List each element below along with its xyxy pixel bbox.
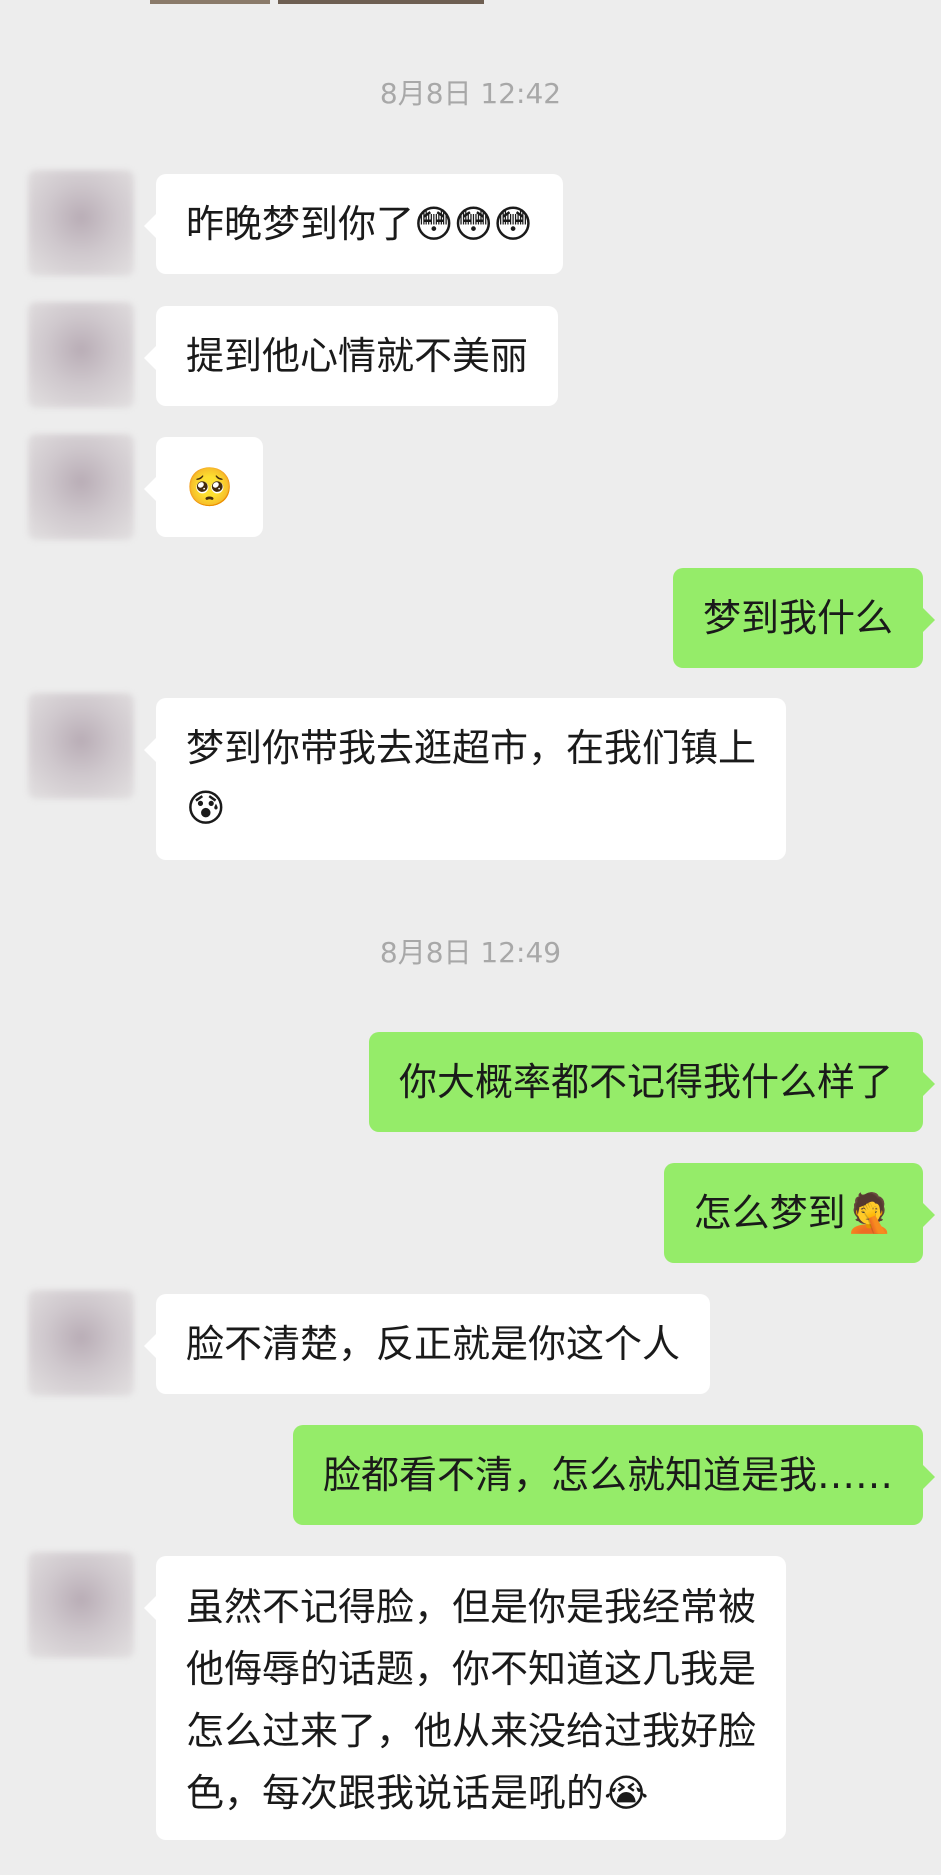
media-edge-left (150, 0, 270, 4)
contact-avatar[interactable] (28, 1552, 134, 1658)
contact-avatar[interactable] (28, 434, 134, 540)
contact-avatar[interactable] (28, 302, 134, 408)
timestamp: 8月8日 12:42 (379, 77, 562, 110)
outgoing-message-bubble[interactable]: 脸都看不清，怎么就知道是我…… (292, 1425, 936, 1525)
contact-avatar[interactable] (28, 170, 134, 276)
previous-media-edge (150, 0, 484, 4)
contact-avatar[interactable] (28, 1290, 134, 1396)
incoming-message-bubble[interactable]: 虽然不记得脸，但是你是我经常被 他侮辱的话题，你不知道这几我是 怎么过来了，他从… (143, 1556, 787, 1840)
timestamp: 8月8日 12:49 (379, 936, 562, 969)
outgoing-message-bubble[interactable]: 怎么梦到🤦 (663, 1163, 936, 1263)
incoming-message-bubble[interactable]: 🥺 (143, 437, 264, 537)
incoming-message-bubble[interactable]: 昨晚梦到你了😳😳😳 (144, 174, 563, 274)
outgoing-message-bubble[interactable]: 你大概率都不记得我什么样了 (368, 1032, 936, 1132)
incoming-message-bubble[interactable]: 梦到你带我去逛超市，在我们镇上 😰 (143, 698, 787, 860)
incoming-message-bubble[interactable]: 提到他心情就不美丽 (143, 306, 559, 406)
incoming-message-bubble[interactable]: 脸不清楚，反正就是你这个人 (143, 1294, 711, 1394)
outgoing-message-bubble[interactable]: 梦到我什么 (672, 568, 936, 668)
contact-avatar[interactable] (28, 693, 134, 799)
media-edge-right (278, 0, 484, 4)
